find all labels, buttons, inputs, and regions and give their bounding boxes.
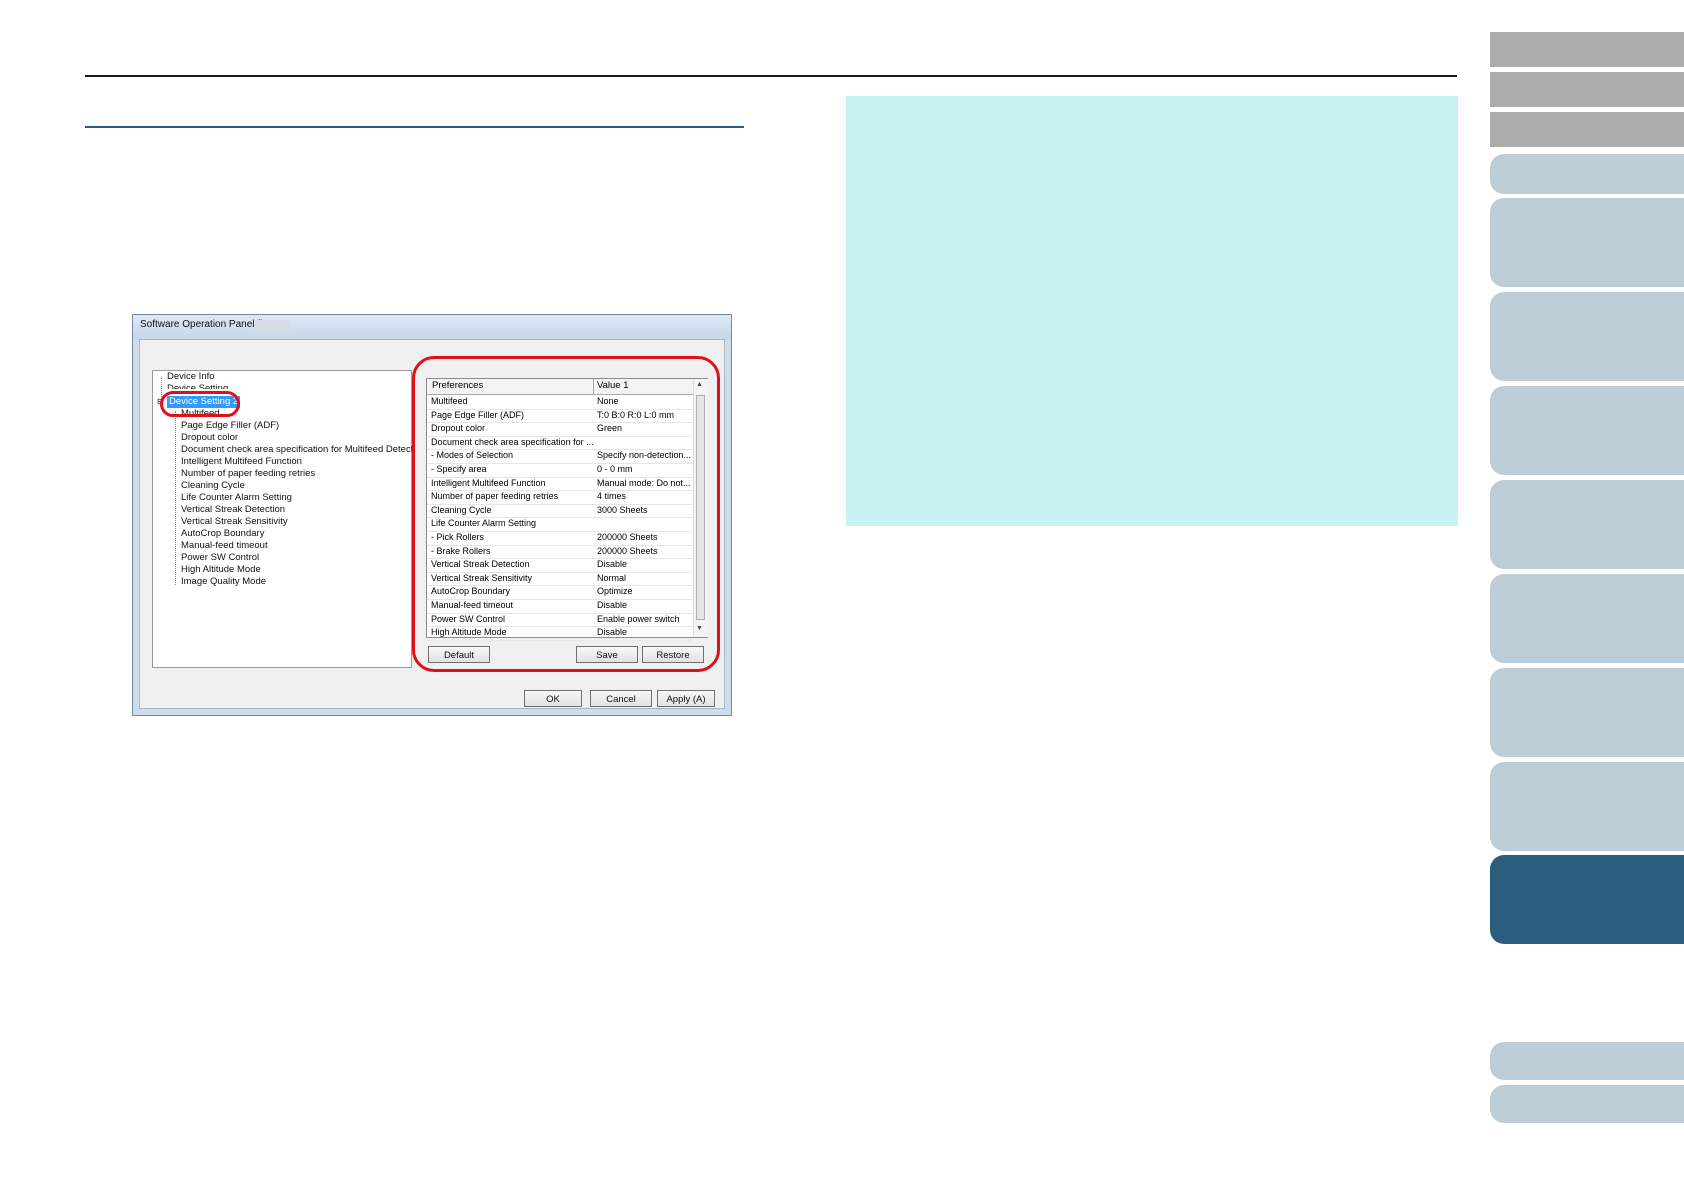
nav-tab-index[interactable] [1490,112,1684,147]
tree-item-cleaning-cycle[interactable]: Cleaning Cycle [181,480,245,492]
highlight-settings-panel [412,356,720,672]
nav-tab-intro[interactable] [1490,154,1684,194]
tree-item-intelligent-multifeed[interactable]: Intelligent Multifeed Function [181,456,302,468]
tree-item-page-edge-filler[interactable]: Page Edge Filler (ADF) [181,420,279,432]
tree-item-document-check-area[interactable]: Document check area specification for Mu… [181,444,426,456]
dialog-title: Software Operation Panel fi- [140,319,266,330]
tree-item-dropout-color[interactable]: Dropout color [181,432,238,444]
nav-tab-chapter-7[interactable] [1490,762,1684,851]
header-rule [85,75,1457,77]
tree-item-life-counter-alarm[interactable]: Life Counter Alarm Setting [181,492,292,504]
apply-button[interactable]: Apply (A) [657,690,715,707]
note-box [846,96,1458,526]
tree-item-vertical-streak-detection[interactable]: Vertical Streak Detection [181,504,285,516]
tree-item-vertical-streak-sensitivity[interactable]: Vertical Streak Sensitivity [181,516,288,528]
nav-tab-chapter-2[interactable] [1490,292,1684,381]
tree-item-device-setting[interactable]: Device Setting [167,383,228,389]
tree-item-power-sw-control[interactable]: Power SW Control [181,552,259,564]
tree-item-autocrop-boundary[interactable]: AutoCrop Boundary [181,528,264,540]
tree-connector [161,377,162,397]
tree-connector [175,411,176,585]
tree-item-feeding-retries[interactable]: Number of paper feeding retries [181,468,315,480]
nav-tab-contents[interactable] [1490,72,1684,107]
nav-tab-chapter-3[interactable] [1490,386,1684,475]
tree-item-manual-feed-timeout[interactable]: Manual-feed timeout [181,540,268,552]
nav-tab-appendix[interactable] [1490,1042,1684,1080]
tree-item-high-altitude-mode[interactable]: High Altitude Mode [181,564,261,576]
nav-tab-top[interactable] [1490,32,1684,67]
nav-tab-glossary[interactable] [1490,1085,1684,1123]
cancel-button[interactable]: Cancel [590,690,652,707]
model-name-blur [254,320,290,331]
nav-tab-chapter-4[interactable] [1490,480,1684,569]
tree-item-image-quality-mode[interactable]: Image Quality Mode [181,576,266,588]
highlight-device-setting-2 [160,391,240,417]
nav-tab-chapter-1[interactable] [1490,198,1684,287]
tree-item-device-info[interactable]: Device Info [167,371,215,383]
dialog-titlebar: Software Operation Panel fi- [133,315,731,339]
nav-tab-chapter-5[interactable] [1490,574,1684,663]
nav-tab-chapter-8-active[interactable] [1490,855,1684,944]
ok-button[interactable]: OK [524,690,582,707]
nav-tab-chapter-6[interactable] [1490,668,1684,757]
section-rule [85,126,744,128]
